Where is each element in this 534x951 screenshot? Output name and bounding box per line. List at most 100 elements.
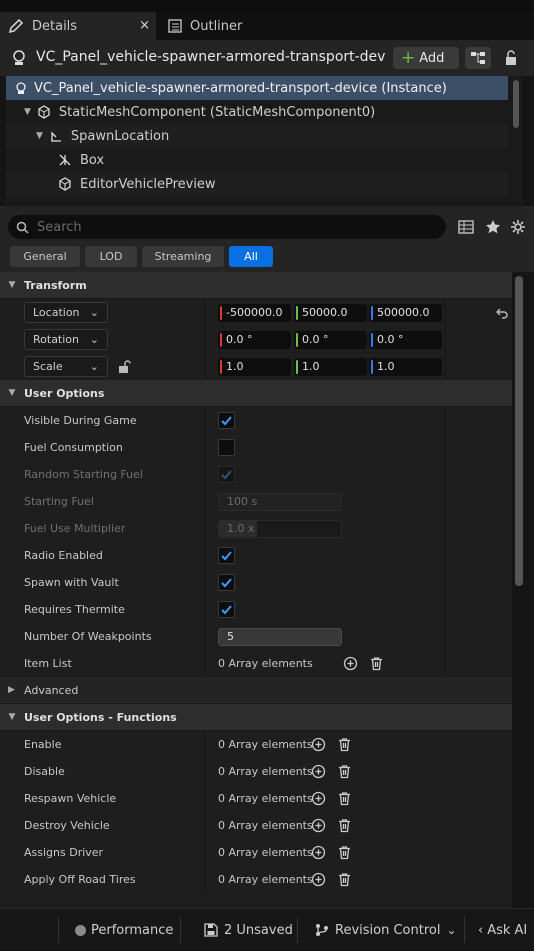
z-axis-marker (371, 333, 373, 347)
array-count: 0 Array elements (218, 846, 313, 859)
location-dropdown[interactable]: Location ⌄ (24, 302, 108, 323)
blueprint-button[interactable] (465, 47, 491, 69)
category-advanced[interactable]: ▶ Advanced (0, 677, 512, 704)
tree-item-spawnlocation[interactable]: ▼ SpawnLocation (6, 124, 508, 148)
starting-fuel-field: 100 s (218, 493, 342, 511)
lock-icon[interactable] (504, 50, 518, 66)
property-label: Destroy Vehicle (24, 819, 110, 832)
rotation-z-value: 0.0 ° (377, 333, 404, 346)
filter-all-button[interactable]: All (229, 246, 273, 267)
y-axis-marker (296, 360, 298, 374)
tab-details[interactable]: Details × (0, 12, 156, 40)
tree-item-label: SpawnLocation (70, 128, 170, 144)
column-divider (445, 542, 446, 569)
gear-icon[interactable] (510, 219, 526, 235)
radio-enabled-checkbox[interactable] (218, 547, 235, 564)
trash-icon[interactable] (337, 737, 352, 752)
category-user-options[interactable]: ▼ User Options (0, 380, 512, 407)
close-icon[interactable]: × (139, 18, 150, 33)
trash-icon[interactable] (337, 818, 352, 833)
category-transform[interactable]: ▼ Transform (0, 272, 512, 299)
add-element-icon[interactable] (343, 656, 358, 671)
table-view-icon[interactable] (458, 220, 474, 234)
column-divider (205, 758, 206, 785)
scale-y-field[interactable]: 1.0 (294, 358, 367, 376)
spawn-with-vault-checkbox[interactable] (218, 574, 235, 591)
column-divider (205, 461, 206, 488)
property-label: Respawn Vehicle (24, 792, 117, 805)
footer-divider (58, 917, 59, 943)
tab-outliner[interactable]: Outliner (160, 12, 270, 40)
visible-during-game-checkbox[interactable] (218, 412, 235, 429)
reset-arrow-icon[interactable] (495, 307, 509, 319)
rotation-y-field[interactable]: 0.0 ° (294, 331, 367, 349)
scale-z-value: 1.0 (377, 360, 395, 373)
array-count: 0 Array elements (218, 765, 313, 778)
scale-label: Scale (33, 360, 63, 373)
unsaved-button[interactable]: 2 Unsaved (204, 909, 293, 951)
chevron-left-icon: ‹ (478, 922, 484, 938)
add-element-icon[interactable] (311, 737, 326, 752)
tree-scrollbar[interactable] (513, 80, 519, 128)
checkmark-icon (221, 605, 232, 615)
location-x-field[interactable]: -500000.0 (218, 304, 291, 322)
expand-arrow-icon[interactable]: ▼ (24, 107, 31, 117)
column-divider (445, 623, 446, 650)
property-label: Radio Enabled (24, 549, 103, 562)
footer-divider (180, 917, 181, 943)
trash-icon[interactable] (369, 656, 384, 671)
tree-item-staticmesh[interactable]: ▼ StaticMeshComponent (StaticMeshCompone… (6, 100, 508, 124)
array-count: 0 Array elements (218, 657, 313, 670)
unsaved-label: 2 Unsaved (224, 922, 293, 938)
scale-dropdown[interactable]: Scale ⌄ (24, 356, 108, 377)
trash-icon[interactable] (337, 791, 352, 806)
search-input[interactable]: Search (8, 215, 446, 239)
add-element-icon[interactable] (311, 791, 326, 806)
add-component-button[interactable]: + Add (393, 47, 459, 69)
scale-z-field[interactable]: 1.0 (369, 358, 442, 376)
column-divider (205, 866, 206, 893)
location-y-value: 50000.0 (302, 306, 348, 319)
tree-item-editorvehiclepreview[interactable]: EditorVehiclePreview (6, 172, 508, 196)
category-label: Transform (24, 278, 87, 292)
details-scrollbar[interactable] (515, 276, 523, 586)
footer-divider (297, 917, 298, 943)
requires-thermite-checkbox[interactable] (218, 601, 235, 618)
unlock-icon[interactable] (118, 360, 131, 374)
column-divider (445, 434, 446, 461)
tab-details-label: Details (32, 18, 78, 34)
add-element-icon[interactable] (311, 818, 326, 833)
performance-icon (75, 924, 86, 936)
plus-icon: + (401, 47, 416, 68)
location-y-field[interactable]: 50000.0 (294, 304, 367, 322)
filter-streaming-button[interactable]: Streaming (142, 246, 224, 267)
trash-icon[interactable] (337, 845, 352, 860)
x-axis-marker (220, 360, 222, 374)
fuel-consumption-checkbox[interactable] (218, 439, 235, 456)
trash-icon[interactable] (337, 764, 352, 779)
tree-item-instance[interactable]: VC_Panel_vehicle-spawner-armored-transpo… (6, 76, 508, 100)
add-element-icon[interactable] (311, 872, 326, 887)
revision-control-button[interactable]: Revision Control ⌄ (315, 909, 457, 951)
star-icon[interactable] (485, 219, 501, 235)
trash-icon[interactable] (337, 872, 352, 887)
tree-item-label: VC_Panel_vehicle-spawner-armored-transpo… (34, 80, 447, 96)
scale-x-field[interactable]: 1.0 (218, 358, 291, 376)
column-divider (205, 650, 206, 677)
category-user-options-functions[interactable]: ▼ User Options - Functions (0, 704, 512, 731)
performance-button[interactable]: Performance (75, 909, 173, 951)
expand-arrow-icon[interactable]: ▼ (36, 131, 43, 141)
number-of-weakpoints-field[interactable]: 5 (218, 628, 342, 646)
add-element-icon[interactable] (311, 845, 326, 860)
rotation-dropdown[interactable]: Rotation ⌄ (24, 329, 108, 350)
location-z-field[interactable]: 500000.0 (369, 304, 442, 322)
rotation-x-field[interactable]: 0.0 ° (218, 331, 291, 349)
add-element-icon[interactable] (311, 764, 326, 779)
ask-ai-button[interactable]: ‹ Ask AI (478, 909, 527, 951)
component-tree: VC_Panel_vehicle-spawner-armored-transpo… (6, 76, 522, 206)
filter-lod-button[interactable]: LOD (85, 246, 137, 267)
y-axis-marker (296, 333, 298, 347)
filter-general-button[interactable]: General (10, 246, 80, 267)
tree-item-box[interactable]: Box (6, 148, 508, 172)
rotation-z-field[interactable]: 0.0 ° (369, 331, 442, 349)
